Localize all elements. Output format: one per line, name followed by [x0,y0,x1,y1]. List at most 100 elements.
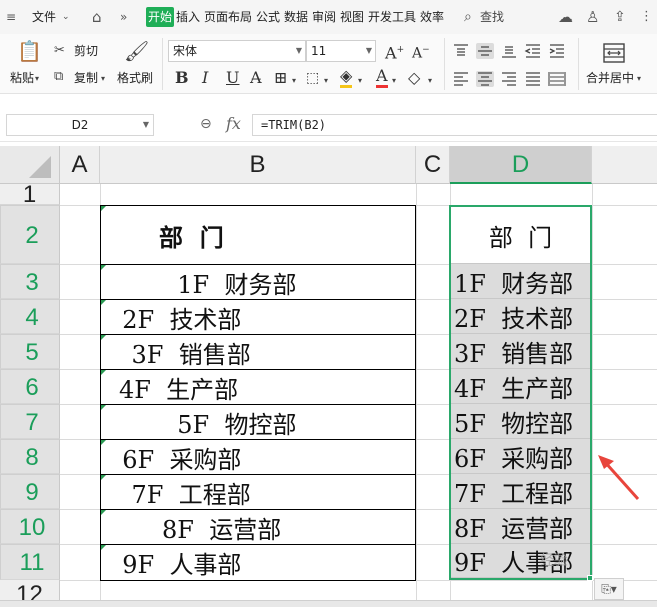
column-header-a[interactable]: A [60,146,100,184]
cell-d5[interactable]: 3F 销售部 [451,334,590,369]
more-tabs-icon[interactable]: » [120,0,127,34]
name-box[interactable]: D2 ▼ [6,114,154,136]
cell-d3[interactable]: 1F 财务部 [451,264,590,299]
align-bottom-icon[interactable] [500,43,518,59]
zoom-search-icon[interactable]: ⊖ [200,116,212,132]
more-icon[interactable]: ⋮ [640,0,653,34]
paste-dropdown-icon[interactable]: ▾ [35,70,39,88]
cell-b3[interactable]: 1F 财务部 [100,265,416,300]
row-header-3[interactable]: 3 [0,264,60,299]
align-top-icon[interactable] [452,43,470,59]
row-header-2[interactable]: 2 [0,205,60,264]
font-size-select[interactable]: 11 ▼ [306,40,376,62]
row-header-4[interactable]: 4 [0,299,60,334]
bold-button[interactable]: B [175,68,189,88]
cell-d11[interactable]: 9F 人事部 [451,544,590,578]
italic-button[interactable]: I [202,68,208,88]
chevron-down-icon[interactable]: ⌄ [62,0,70,34]
cell-b11[interactable]: 9F 人事部 [100,545,416,581]
formula-input[interactable]: =TRIM(B2) [252,114,657,136]
format-painter-button[interactable]: 格式刷 [117,70,153,86]
clear-dropdown-icon[interactable]: ▾ [428,72,432,90]
copy-icon[interactable]: ⧉ [54,68,63,86]
select-all-corner[interactable] [0,146,60,184]
column-header-c[interactable]: C [416,146,450,184]
font-name-select[interactable]: 宋体 ▼ [168,40,306,62]
cell-d8[interactable]: 6F 采购部 [451,439,590,474]
cell-d4[interactable]: 2F 技术部 [451,299,590,334]
borders-dropdown-icon[interactable]: ▾ [292,72,296,90]
tab-review[interactable]: 审阅 [312,0,336,34]
cell-b9[interactable]: 7F 工程部 [100,475,416,510]
file-menu[interactable]: 文件 [32,0,56,34]
row-header-7[interactable]: 7 [0,404,60,439]
increase-font-icon[interactable]: A+ [385,40,404,63]
cell-d7[interactable]: 5F 物控部 [451,404,590,439]
tab-start[interactable]: 开始 [146,7,175,27]
fill-handle[interactable] [587,575,593,581]
cell-b2[interactable]: 部 门 [100,205,416,265]
fx-icon[interactable]: fx [226,114,241,133]
cell-b5[interactable]: 3F 销售部 [100,335,416,370]
tab-developer[interactable]: 开发工具 [368,0,416,34]
column-header-d[interactable]: D [450,146,592,184]
cell-style-dropdown-icon[interactable]: ▾ [324,72,328,90]
cut-button[interactable]: 剪切 [74,43,98,59]
row-header-6[interactable]: 6 [0,369,60,404]
align-right-icon[interactable] [500,71,518,87]
home-icon[interactable]: ⌂ [92,0,102,34]
tab-efficiency[interactable]: 效率 [420,0,444,34]
merge-dropdown-icon[interactable]: ▾ [637,70,641,88]
decrease-font-icon[interactable]: A− [412,40,430,64]
row-header-11[interactable]: 11 [0,544,60,580]
copy-button[interactable]: 复制 [74,70,98,86]
cell-d2[interactable]: 部 门 [451,207,590,264]
cloud-icon[interactable]: ☁ [558,0,573,34]
align-center-icon[interactable] [476,71,494,87]
borders-icon[interactable]: ⊞ [274,68,287,88]
tab-view[interactable]: 视图 [340,0,364,34]
search-icon[interactable]: ⌕ [464,0,472,34]
user-add-icon[interactable]: ♙ [586,0,599,34]
merge-center-button[interactable]: 合并居中 [586,70,634,86]
clear-format-icon[interactable]: ◇ [408,68,420,88]
font-color-icon[interactable]: A [376,66,388,88]
format-painter-icon[interactable]: 🖌 [124,40,149,62]
copy-dropdown-icon[interactable]: ▾ [101,70,105,88]
fill-color-dropdown-icon[interactable]: ▾ [358,72,362,90]
scissors-icon[interactable]: ✂ [54,42,65,60]
justify-icon[interactable] [524,71,542,87]
paste-icon[interactable]: 📋 [17,40,42,62]
hamburger-menu-icon[interactable]: ≡ [6,0,16,34]
font-color-dropdown-icon[interactable]: ▾ [392,72,396,90]
tab-data[interactable]: 数据 [284,0,308,34]
cell-b6[interactable]: 4F 生产部 [100,370,416,405]
cell-b8[interactable]: 6F 采购部 [100,440,416,475]
strikethrough-icon[interactable]: A̶ [250,68,262,88]
paste-button[interactable]: 粘贴 [10,70,34,86]
cell-style-icon[interactable]: ⬚ [306,68,319,88]
paste-options-button[interactable]: ⎘▾ [594,578,624,600]
tab-insert[interactable]: 插入 [176,0,200,34]
increase-indent-icon[interactable] [548,43,566,59]
row-header-5[interactable]: 5 [0,334,60,369]
row-header-9[interactable]: 9 [0,474,60,509]
cell-b4[interactable]: 2F 技术部 [100,300,416,335]
row-header-10[interactable]: 10 [0,509,60,544]
cell-d9[interactable]: 7F 工程部 [451,474,590,509]
tab-formulas[interactable]: 公式 [256,0,280,34]
underline-button[interactable]: U [226,68,239,88]
row-header-8[interactable]: 8 [0,439,60,474]
cell-b10[interactable]: 8F 运营部 [100,510,416,545]
column-header-b[interactable]: B [100,146,416,184]
align-left-icon[interactable] [452,71,470,87]
cell-d10[interactable]: 8F 运营部 [451,509,590,544]
align-middle-icon[interactable] [476,43,494,59]
distributed-icon[interactable] [548,71,566,87]
cell-d6[interactable]: 4F 生产部 [451,369,590,404]
share-icon[interactable]: ⇪ [614,0,626,34]
cell-b7[interactable]: 5F 物控部 [100,405,416,440]
row-header-1[interactable]: 1 [0,183,60,207]
fill-color-icon[interactable]: ◈ [340,66,353,88]
search-label[interactable]: 查找 [480,0,504,34]
